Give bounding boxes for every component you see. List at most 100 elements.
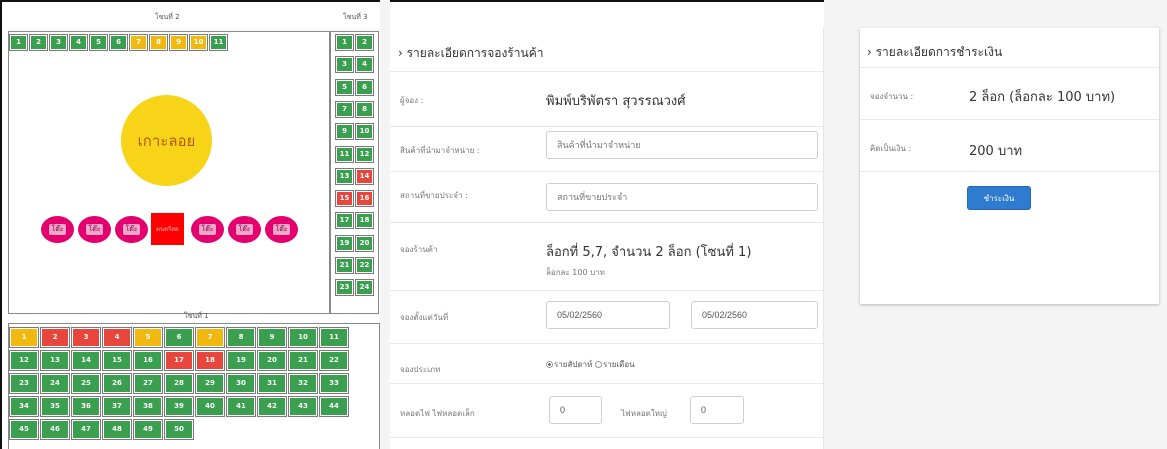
zone-1-stall[interactable]: 40	[195, 396, 225, 417]
stall-number: 4	[71, 36, 86, 49]
zone-2-stall[interactable]: 10	[189, 34, 208, 51]
zone-1-stall[interactable]: 5	[133, 327, 163, 348]
zone-1-stall[interactable]: 37	[102, 396, 132, 417]
zone-1-stall[interactable]: 43	[288, 396, 318, 417]
zone-1-stall[interactable]: 18	[195, 350, 225, 371]
zone-3-stall[interactable]: 9	[335, 123, 354, 141]
zone-3-stall[interactable]: 8	[355, 100, 374, 118]
zone-2-stall[interactable]: 3	[49, 34, 68, 51]
zone-1-stall[interactable]: 23	[9, 373, 39, 394]
zone-1-stall[interactable]: 27	[133, 373, 163, 394]
zone-1-stall[interactable]: 4	[102, 327, 132, 348]
stall-label: จองร้านค้า	[400, 245, 438, 254]
zone-3-stall[interactable]: 21	[335, 257, 354, 274]
zone-3-stall[interactable]: 14	[355, 167, 374, 185]
zone-2-stall[interactable]: 4	[69, 34, 88, 51]
stall-number: 29	[197, 375, 223, 392]
zone-1-stall[interactable]: 6	[164, 327, 194, 348]
zone-3-stall[interactable]: 2	[355, 34, 374, 51]
zone-3-stall[interactable]: 13	[335, 167, 354, 185]
zone-1-stall[interactable]: 50	[164, 419, 194, 440]
weekly-radio[interactable]	[546, 361, 553, 368]
zone-3-stall[interactable]: 23	[335, 279, 354, 297]
zone-1-stall[interactable]: 49	[133, 419, 163, 440]
zone-3-stall[interactable]: 12	[355, 145, 374, 163]
stall-number: 18	[197, 352, 223, 369]
zone-1-stall[interactable]: 14	[71, 350, 101, 371]
zone-3-stall[interactable]: 4	[355, 56, 374, 74]
zone-1-stall[interactable]: 46	[40, 419, 70, 440]
zone-1-stall[interactable]: 22	[319, 350, 349, 371]
location-input[interactable]	[546, 183, 818, 211]
bulb-small-input[interactable]	[549, 396, 602, 424]
zone-2-stall[interactable]: 7	[129, 34, 148, 51]
zone-1-stall[interactable]: 31	[257, 373, 287, 394]
zone-1-stall[interactable]: 48	[102, 419, 132, 440]
zone-1-stall[interactable]: 29	[195, 373, 225, 394]
zone-1-stall[interactable]: 38	[133, 396, 163, 417]
zone-3-stall[interactable]: 17	[335, 212, 354, 230]
stall-number: 9	[337, 125, 352, 139]
zone-1-stall[interactable]: 34	[9, 396, 39, 417]
zone-1-stall[interactable]: 21	[288, 350, 318, 371]
pay-button[interactable]: ชำระเงิน	[967, 186, 1031, 210]
zone-1-stall[interactable]: 39	[164, 396, 194, 417]
zone-3-stall[interactable]: 19	[335, 234, 354, 252]
zone-1-stall[interactable]: 24	[40, 373, 70, 394]
zone-1-stall[interactable]: 3	[71, 327, 101, 348]
zone-3-stall[interactable]: 24	[355, 279, 374, 297]
zone-1-stall[interactable]: 30	[226, 373, 256, 394]
zone-1-stall[interactable]: 17	[164, 350, 194, 371]
zone-1-stall[interactable]: 20	[257, 350, 287, 371]
zone-3-stall[interactable]: 22	[355, 257, 374, 274]
zone-3-stall[interactable]: 16	[355, 190, 374, 208]
zone-3-stall[interactable]: 10	[355, 123, 374, 141]
zone-2-stall[interactable]: 1	[9, 34, 28, 51]
date-from-input[interactable]	[546, 301, 670, 329]
zone-1-stall[interactable]: 1	[9, 327, 39, 348]
zone-1-stall[interactable]: 15	[102, 350, 132, 371]
zone-1-stall[interactable]: 9	[257, 327, 287, 348]
zone-1-stall[interactable]: 2	[40, 327, 70, 348]
zone-1-stall[interactable]: 28	[164, 373, 194, 394]
zone-2-stall[interactable]: 5	[89, 34, 108, 51]
zone-2-stall[interactable]: 6	[109, 34, 128, 51]
zone-1-stall[interactable]: 44	[319, 396, 349, 417]
zone-2-stall[interactable]: 8	[149, 34, 168, 51]
zone-1-stall[interactable]: 12	[9, 350, 39, 371]
zone-2-stall[interactable]: 11	[209, 34, 228, 51]
zone-1-stall[interactable]: 10	[288, 327, 318, 348]
zone-1-stall[interactable]: 8	[226, 327, 256, 348]
zone-3-stall[interactable]: 15	[335, 190, 354, 208]
zone-1-stall[interactable]: 45	[9, 419, 39, 440]
zone-1-stall[interactable]: 42	[257, 396, 287, 417]
zone-1-stall[interactable]: 11	[319, 327, 349, 348]
zone-3-stall[interactable]: 7	[335, 100, 354, 118]
zone-1-stall[interactable]: 7	[195, 327, 225, 348]
zone-1-stall[interactable]: 35	[40, 396, 70, 417]
date-to-input[interactable]	[691, 301, 818, 329]
zone-3-stall[interactable]: 6	[355, 78, 374, 96]
zone-1-stall[interactable]: 41	[226, 396, 256, 417]
zone-3-stall[interactable]: 11	[335, 145, 354, 163]
zone-1-stall[interactable]: 47	[71, 419, 101, 440]
zone-3-stall[interactable]: 3	[335, 56, 354, 74]
monthly-radio[interactable]	[594, 361, 602, 368]
zone-1-stall[interactable]: 19	[226, 350, 256, 371]
bulb-large-input[interactable]	[690, 396, 744, 424]
zone-1-stall[interactable]: 33	[319, 373, 349, 394]
zone-1-stall[interactable]: 16	[133, 350, 163, 371]
zone-3-stall[interactable]: 1	[335, 34, 354, 51]
zone-1-stall[interactable]: 26	[102, 373, 132, 394]
stall-number: 14	[357, 169, 372, 183]
zone-3-stall[interactable]: 20	[355, 234, 374, 252]
zone-2-stall[interactable]: 2	[29, 34, 48, 51]
zone-1-stall[interactable]: 32	[288, 373, 318, 394]
product-input[interactable]	[546, 131, 818, 159]
zone-1-stall[interactable]: 36	[71, 396, 101, 417]
zone-2-stall[interactable]: 9	[169, 34, 188, 51]
zone-1-stall[interactable]: 13	[40, 350, 70, 371]
zone-3-stall[interactable]: 18	[355, 212, 374, 230]
zone-3-stall[interactable]: 5	[335, 78, 354, 96]
zone-1-stall[interactable]: 25	[71, 373, 101, 394]
